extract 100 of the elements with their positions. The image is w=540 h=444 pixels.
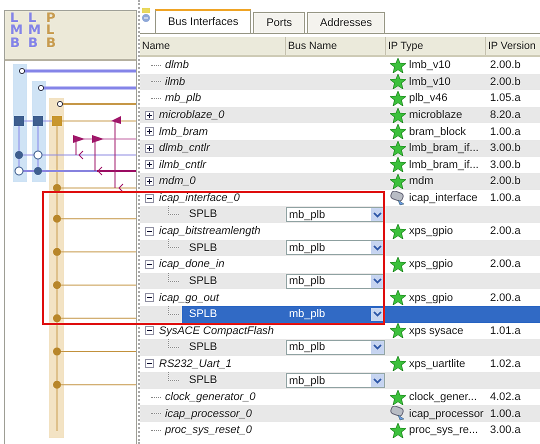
star-icon xyxy=(390,124,406,140)
device-icon xyxy=(390,406,406,422)
bus-interface-name: SPLB xyxy=(188,240,218,256)
bus-name-dropdown[interactable]: mb_plb xyxy=(286,373,385,388)
ip-type: plb_v46 xyxy=(409,92,448,104)
expand-toggle[interactable] xyxy=(145,194,154,203)
star-icon xyxy=(390,140,406,156)
bus-interface-name: SPLB xyxy=(188,207,218,222)
ip-version: 2.00.a xyxy=(490,292,521,304)
instance-name[interactable]: icap_bitstreamlength xyxy=(159,225,261,238)
ip-version: 8.20.a xyxy=(490,109,521,122)
instance-name[interactable]: icap_processor_0 xyxy=(165,408,252,420)
ip-version: 1.00.a xyxy=(490,408,521,420)
ip-type: lmb_bram_if... xyxy=(409,158,479,171)
instance-name[interactable]: ilmb xyxy=(165,76,186,88)
chevron-down-icon xyxy=(373,311,382,318)
table-row[interactable]: ilmb_cntlr lmb_bram_if... 3.00.b xyxy=(140,156,540,174)
tab[interactable]: Addresses xyxy=(307,12,385,33)
table-row[interactable]: SPLB mb_plb xyxy=(140,339,540,356)
ip-version: 1.02.a xyxy=(490,358,521,370)
table-row[interactable]: icap_processor_0 icap_processor 1.00.a xyxy=(140,405,540,422)
star-icon xyxy=(390,224,406,239)
chevron-down-icon xyxy=(373,378,382,384)
expand-toggle[interactable] xyxy=(145,160,154,170)
expand-toggle[interactable] xyxy=(145,293,154,302)
expand-toggle[interactable] xyxy=(145,144,154,153)
instance-name[interactable]: microblaze_0 xyxy=(159,109,224,122)
bus-name-dropdown[interactable]: mb_plb xyxy=(286,207,385,222)
instance-name[interactable]: dlmb xyxy=(165,59,189,72)
expand-toggle[interactable] xyxy=(145,127,154,136)
instance-name[interactable]: icap_interface_0 xyxy=(159,192,240,204)
bus-interface-name: SPLB xyxy=(188,306,218,322)
ip-version: 1.05.a xyxy=(490,92,521,104)
bus-label: PLB xyxy=(46,13,57,53)
instance-name[interactable]: ilmb_cntlr xyxy=(159,158,206,171)
instance-name[interactable]: dlmb_cntlr xyxy=(159,142,210,154)
tab[interactable]: Bus Interfaces xyxy=(155,9,252,33)
ip-type: icap_interface xyxy=(409,192,478,204)
bus-name-dropdown[interactable]: mb_plb xyxy=(286,274,385,289)
bus-interface-name: SPLB xyxy=(188,340,218,356)
expand-toggle[interactable] xyxy=(145,326,154,336)
chevron-down-icon xyxy=(373,244,382,251)
instance-name[interactable]: mdm_0 xyxy=(159,175,196,188)
ip-version: 2.00.b xyxy=(490,59,521,72)
chevron-down-icon xyxy=(373,278,382,284)
ip-version: 3.00.b xyxy=(490,142,521,154)
expand-toggle[interactable] xyxy=(145,110,154,120)
instance-name[interactable]: SysACE CompactFlash xyxy=(159,324,274,337)
ip-type: lmb_v10 xyxy=(409,76,451,88)
table-row[interactable]: RS232_Uart_1 xps_uartlite 1.02.a xyxy=(140,356,540,372)
instance-name[interactable]: icap_done_in xyxy=(159,258,224,270)
table-row[interactable]: SPLB mb_plb xyxy=(140,372,540,389)
star-icon xyxy=(390,90,406,106)
instance-name[interactable]: lmb_bram xyxy=(159,126,208,138)
ip-type: microblaze xyxy=(409,109,462,122)
ip-version: 2.00.b xyxy=(490,175,521,188)
star-icon xyxy=(390,356,406,372)
star-icon xyxy=(390,390,406,405)
table-row[interactable]: SPLB mb_plb xyxy=(140,272,540,290)
bus-interface-name: SPLB xyxy=(188,274,218,289)
star-icon xyxy=(390,174,406,189)
tab[interactable]: Ports xyxy=(253,12,306,33)
star-icon xyxy=(390,74,406,90)
ip-type: bram_block xyxy=(409,126,466,138)
column-header[interactable]: IP Type xyxy=(386,37,486,55)
ip-version: 2.00.a xyxy=(490,225,521,238)
ip-type: xps sysace xyxy=(409,324,464,337)
bus-label: LMB xyxy=(10,13,23,53)
table-row[interactable]: ilmb lmb_v10 2.00.b xyxy=(140,74,540,90)
expand-toggle[interactable] xyxy=(145,359,154,368)
table-row[interactable]: mdm_0 mdm 2.00.b xyxy=(140,173,540,190)
instance-name[interactable]: mb_plb xyxy=(165,92,202,104)
expand-toggle[interactable] xyxy=(145,176,154,186)
chevron-down-icon xyxy=(373,344,382,350)
bus-name-dropdown[interactable]: mb_plb xyxy=(286,340,385,355)
instance-name[interactable]: proc_sys_reset_0 xyxy=(165,424,252,436)
bus-name-dropdown[interactable]: mb_plb xyxy=(286,240,385,256)
star-icon xyxy=(390,108,406,123)
table-row[interactable]: SPLB mb_plb xyxy=(140,206,540,223)
bus-interface-name: SPLB xyxy=(188,373,218,388)
star-icon xyxy=(390,323,406,338)
ip-version: 3.00.b xyxy=(490,158,521,171)
ip-type: xps_gpio xyxy=(409,292,454,304)
expand-toggle[interactable] xyxy=(145,260,154,269)
table-row[interactable]: microblaze_0 microblaze 8.20.a xyxy=(140,106,540,124)
instance-name[interactable]: clock_generator_0 xyxy=(165,391,256,404)
instance-name[interactable]: icap_go_out xyxy=(159,292,219,304)
table-row[interactable]: SPLB mb_plb xyxy=(140,306,540,322)
column-header[interactable]: Name xyxy=(140,37,286,55)
column-header[interactable]: Bus Name xyxy=(286,37,386,55)
ip-type: mdm xyxy=(409,175,434,188)
table-row[interactable]: SPLB mb_plb xyxy=(140,240,540,256)
ip-type: xps_uartlite xyxy=(409,358,466,370)
table-row[interactable]: dlmb_cntlr lmb_bram_if... 3.00.b xyxy=(140,140,540,157)
ip-version: 1.01.a xyxy=(490,324,521,337)
ip-version: 2.00.a xyxy=(490,258,521,270)
expand-toggle[interactable] xyxy=(145,226,154,236)
instance-name[interactable]: RS232_Uart_1 xyxy=(159,358,232,370)
table-row[interactable]: clock_generator_0 clock_gener... 4.02.a xyxy=(140,388,540,406)
column-header[interactable]: IP Version xyxy=(486,37,540,55)
